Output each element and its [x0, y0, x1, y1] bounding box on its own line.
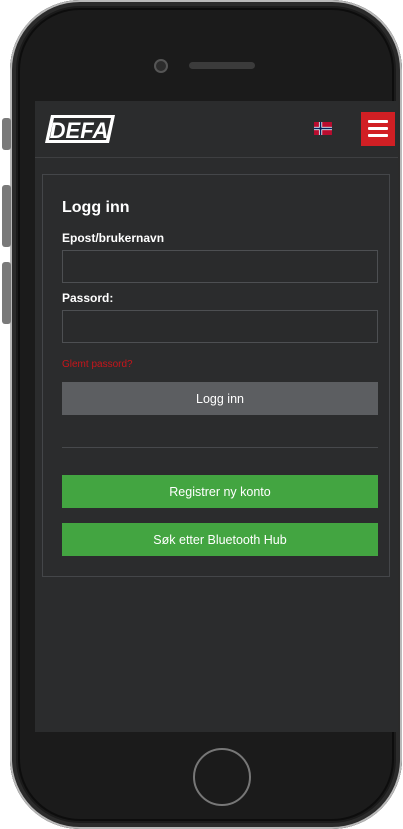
forgot-password-link[interactable]: Glemt passord? [62, 359, 133, 370]
front-camera [154, 59, 168, 73]
earpiece-speaker [189, 62, 255, 69]
password-input[interactable] [62, 310, 378, 343]
app-header: DEFA [35, 101, 398, 158]
username-label: Epost/brukernavn [62, 231, 165, 245]
register-account-button[interactable]: Registrer ny konto [62, 475, 378, 508]
volume-up-button [2, 185, 11, 247]
norway-flag-icon[interactable] [314, 122, 332, 135]
login-form: Logg inn Epost/brukernavn Passord: Glemt… [42, 174, 390, 577]
login-button[interactable]: Logg inn [62, 382, 378, 415]
logo-text: DEFA [50, 118, 109, 143]
login-title: Logg inn [62, 199, 130, 216]
hamburger-menu-icon[interactable] [361, 112, 395, 146]
username-input[interactable] [62, 250, 378, 283]
mute-switch [2, 118, 11, 150]
password-label: Passord: [62, 291, 114, 305]
defa-logo[interactable]: DEFA [45, 113, 115, 145]
volume-down-button [2, 262, 11, 324]
search-bluetooth-hub-button[interactable]: Søk etter Bluetooth Hub [62, 523, 378, 556]
home-button[interactable] [193, 748, 251, 806]
app-screen: DEFA Logg inn Epost/brukernavn Passord: … [35, 101, 398, 732]
divider [62, 447, 378, 448]
